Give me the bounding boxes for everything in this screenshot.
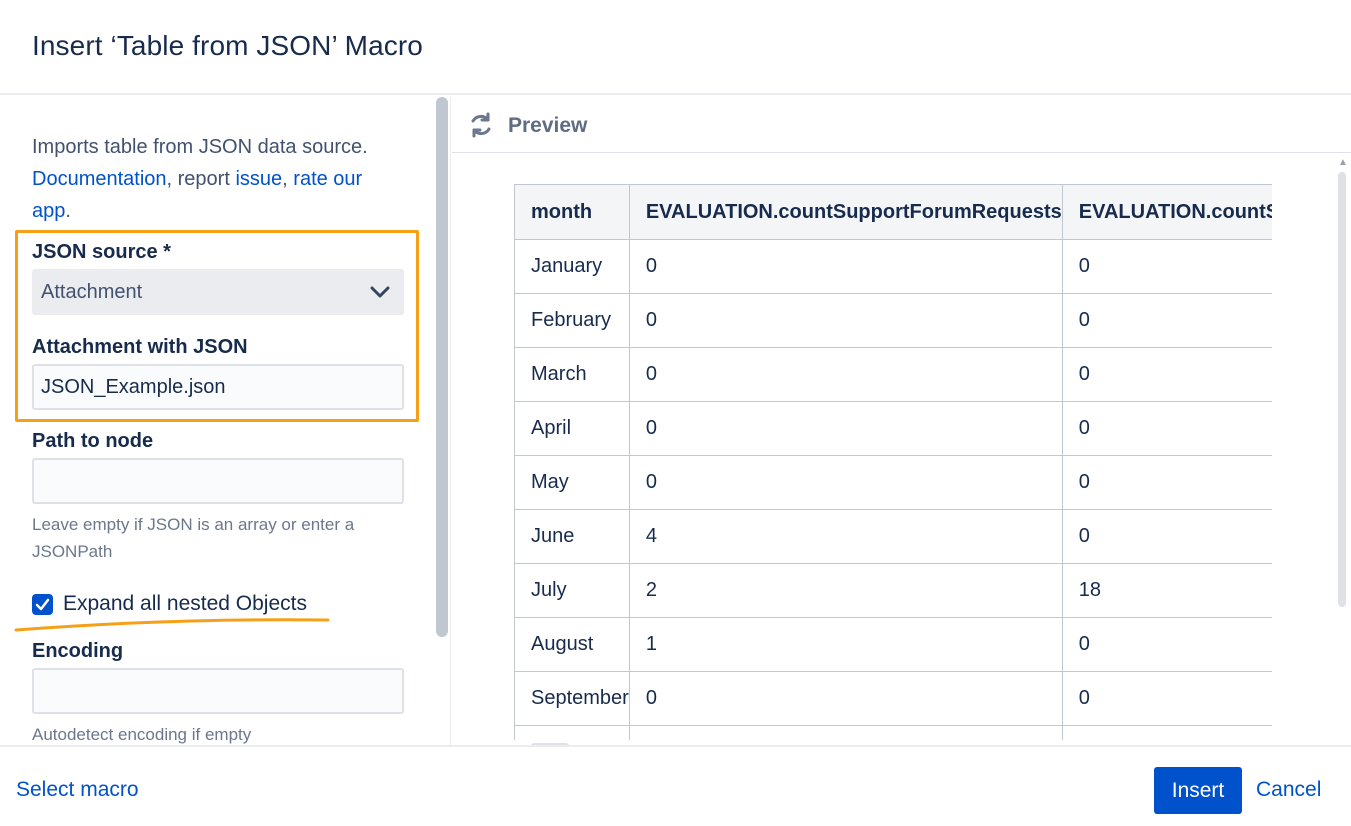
table-cell: 0 xyxy=(628,239,1063,294)
table-cell: September xyxy=(514,671,630,726)
table-row: April 0 0 xyxy=(514,401,1272,456)
dialog-footer: Select macro Insert Cancel xyxy=(0,745,1351,826)
column-header: EVALUATION.countSupportForumRequests xyxy=(628,184,1063,240)
table-cell: 0 xyxy=(628,671,1063,726)
table-cell: 2 xyxy=(628,563,1063,618)
table-row: August 1 0 xyxy=(514,617,1272,672)
left-panel-scrollbar[interactable] xyxy=(436,97,448,637)
table-cell: April xyxy=(514,401,630,456)
cancel-button[interactable]: Cancel xyxy=(1256,778,1321,802)
table-cell: 0 xyxy=(1061,671,1272,726)
table-cell xyxy=(514,725,630,740)
table-cell xyxy=(628,725,1063,740)
table-cell: 0 xyxy=(628,455,1063,510)
column-header: EVALUATION.countSupportForumRequests xyxy=(1061,184,1272,240)
table-row: February 0 0 xyxy=(514,293,1272,348)
issue-link[interactable]: issue xyxy=(235,168,282,190)
underline-annotation xyxy=(14,618,330,632)
table-cell: February xyxy=(514,293,630,348)
table-cell: July xyxy=(514,563,630,618)
table-cell: August xyxy=(514,617,630,672)
table-row: March 0 0 xyxy=(514,347,1272,402)
checkmark-icon xyxy=(35,598,50,611)
preview-table-container: month EVALUATION.countSupportForumReques… xyxy=(514,184,1272,740)
encoding-input[interactable] xyxy=(32,668,404,714)
encoding-label: Encoding xyxy=(32,640,124,662)
table-cell: 0 xyxy=(1061,239,1272,294)
dialog-header: Insert ‘Table from JSON’ Macro xyxy=(0,0,1351,95)
insert-button[interactable]: Insert xyxy=(1154,767,1242,814)
table-row: September 0 0 xyxy=(514,671,1272,726)
table-row: June 4 0 xyxy=(514,509,1272,564)
expand-nested-checkbox[interactable] xyxy=(32,594,53,615)
documentation-link[interactable]: Documentation xyxy=(32,168,167,190)
table-cell: 0 xyxy=(628,293,1063,348)
table-header-row: month EVALUATION.countSupportForumReques… xyxy=(514,184,1272,240)
table-row: July 2 18 xyxy=(514,563,1272,618)
table-cell: 4 xyxy=(628,509,1063,564)
table-row: January 0 0 xyxy=(514,239,1272,294)
table-body: January 0 0 February 0 0 March 0 0 April 0 0 May 0 0 Ju… xyxy=(514,239,1272,740)
table-cell: 0 xyxy=(1061,293,1272,348)
preview-vertical-scrollbar[interactable] xyxy=(1338,172,1346,607)
table-cell: January xyxy=(514,239,630,294)
preview-header: Preview xyxy=(452,97,1351,153)
table-cell: 0 xyxy=(1061,401,1272,456)
encoding-help-text: Autodetect encoding if empty xyxy=(32,725,252,744)
column-header: month xyxy=(514,184,630,240)
path-to-node-input[interactable] xyxy=(32,458,404,504)
table-cell: May xyxy=(514,455,630,510)
preview-title: Preview xyxy=(508,114,588,137)
intro-description: Imports table from JSON data source. xyxy=(32,136,368,158)
dialog-title: Insert ‘Table from JSON’ Macro xyxy=(32,30,423,61)
expand-nested-label[interactable]: Expand all nested Objects xyxy=(63,592,307,616)
path-to-node-label: Path to node xyxy=(32,430,154,452)
table-cell: June xyxy=(514,509,630,564)
table-cell: 1 xyxy=(628,617,1063,672)
table-cell: 0 xyxy=(1061,509,1272,564)
comma-text: , xyxy=(282,168,294,190)
table-row: May 0 0 xyxy=(514,455,1272,510)
table-cell: 0 xyxy=(1061,455,1272,510)
table-cell xyxy=(1061,725,1272,740)
table-cell: 18 xyxy=(1061,563,1272,618)
period-text: . xyxy=(65,200,71,222)
table-cell: 0 xyxy=(1061,617,1272,672)
preview-table: month EVALUATION.countSupportForumReques… xyxy=(514,184,1272,740)
highlight-annotation-box xyxy=(15,230,419,422)
refresh-icon[interactable] xyxy=(468,112,494,138)
report-text: , report xyxy=(166,168,236,190)
table-cell: 0 xyxy=(1061,347,1272,402)
table-row xyxy=(514,725,1272,740)
table-cell: 0 xyxy=(628,347,1063,402)
scroll-up-arrow-icon[interactable]: ▲ xyxy=(1338,157,1348,168)
select-macro-link[interactable]: Select macro xyxy=(16,778,139,802)
table-cell: March xyxy=(514,347,630,402)
path-help-text: Leave empty if JSON is an array or enter… xyxy=(32,515,355,561)
table-cell: 0 xyxy=(628,401,1063,456)
intro-text: Imports table from JSON data source. Docu… xyxy=(32,131,404,227)
